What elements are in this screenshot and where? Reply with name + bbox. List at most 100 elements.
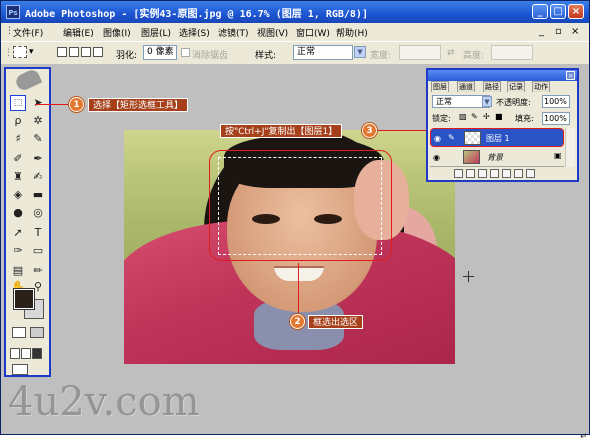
- menu-file[interactable]: 文件(F): [13, 26, 43, 39]
- intersect-selection-icon[interactable]: [93, 47, 103, 57]
- swap-icon[interactable]: ⇄: [447, 48, 455, 58]
- blend-dropdown-icon[interactable]: ▼: [482, 96, 492, 107]
- path-selection-icon[interactable]: ➚: [10, 225, 26, 241]
- menu-image[interactable]: 图像(I): [103, 26, 131, 39]
- jump-to-imageready-icon[interactable]: [12, 364, 28, 375]
- panel-close-icon[interactable]: ×: [566, 71, 575, 80]
- antialias-label: 消除锯齿: [192, 51, 229, 61]
- layers-footer: [430, 169, 575, 180]
- tab-layers[interactable]: 图层: [431, 81, 449, 92]
- dodge-tool-icon[interactable]: ◎: [30, 205, 46, 221]
- type-tool-icon[interactable]: T: [30, 225, 46, 241]
- doc-close-button[interactable]: ×: [571, 26, 579, 37]
- chevron-down-icon[interactable]: ▾: [29, 47, 34, 57]
- notes-tool-icon[interactable]: ▤: [10, 263, 26, 279]
- foreground-color-swatch[interactable]: [13, 288, 35, 310]
- lock-icon[interactable]: ■: [495, 112, 503, 121]
- style-select[interactable]: 正常: [293, 45, 353, 60]
- menu-bar: ⋮ 文件(F) 编辑(E) 图像(I) 图层(L) 选择(S) 滤镜(T) 视图…: [1, 23, 589, 40]
- layers-scrollbar[interactable]: [565, 128, 575, 167]
- width-label: 宽度:: [370, 51, 392, 61]
- width-input[interactable]: [399, 45, 441, 60]
- annotation-line-3: [378, 130, 426, 131]
- window-title: Adobe Photoshop - [实例43-原图.jpg @ 16.7% (…: [25, 9, 368, 20]
- shape-tool-icon[interactable]: ▭: [30, 243, 46, 259]
- eye-icon[interactable]: ◉: [433, 153, 440, 162]
- quickmask-mode-icon[interactable]: [30, 327, 44, 338]
- tab-paths[interactable]: 路径: [483, 81, 501, 92]
- style-dropdown-icon[interactable]: ▼: [354, 46, 366, 58]
- crop-tool-icon[interactable]: ♯: [10, 131, 26, 147]
- brush-tool-icon[interactable]: ✒: [30, 151, 46, 167]
- photoshop-app-icon[interactable]: Ps: [6, 5, 20, 19]
- menu-view[interactable]: 视图(V): [257, 26, 288, 39]
- gradient-tool-icon[interactable]: ▬: [30, 187, 46, 203]
- antialias-checkbox[interactable]: [181, 48, 190, 57]
- style-label: 样式:: [255, 51, 277, 61]
- lock-paint-icon[interactable]: ✎: [471, 112, 478, 121]
- menu-filter[interactable]: 滤镜(T): [218, 26, 249, 39]
- menu-select[interactable]: 选择(S): [179, 26, 210, 39]
- opacity-input[interactable]: 100%: [542, 95, 570, 108]
- fill-label: 填充:: [515, 114, 534, 123]
- menu-layer[interactable]: 图层(L): [141, 26, 171, 39]
- layer-mask-icon[interactable]: [478, 169, 487, 178]
- new-group-icon[interactable]: [502, 169, 511, 178]
- magic-wand-tool-icon[interactable]: ✲: [30, 113, 46, 129]
- healing-brush-icon[interactable]: ✐: [10, 151, 26, 167]
- screen-mode-1-icon[interactable]: [10, 348, 20, 359]
- screen-mode-3-icon[interactable]: [32, 348, 42, 359]
- layer-row-layer1[interactable]: ◉ ✎ 图层 1: [430, 128, 564, 147]
- tab-actions[interactable]: 动作: [532, 81, 550, 92]
- layer-row-background[interactable]: ◉ 背景 ▣: [430, 148, 564, 167]
- lock-transparency-icon[interactable]: ▨: [459, 112, 467, 121]
- blend-row: 正常 ▼ 不透明度: 100%: [430, 95, 575, 109]
- feather-input[interactable]: 0 像素: [143, 45, 177, 60]
- link-layers-icon[interactable]: [454, 169, 463, 178]
- tab-channels[interactable]: 通道: [457, 81, 475, 92]
- step-2-badge: 2: [290, 314, 305, 329]
- new-selection-icon[interactable]: [57, 47, 67, 57]
- minimize-button[interactable]: _: [532, 4, 548, 19]
- marquee-tool-icon[interactable]: ⬚: [10, 95, 26, 111]
- options-bar: ⋮ ▾ 羽化: 0 像素 消除锯齿 样式: 正常 ▼ 宽度: ⇄ 高度:: [1, 41, 589, 65]
- adjustment-layer-icon[interactable]: [490, 169, 499, 178]
- menu-help[interactable]: 帮助(H): [336, 26, 368, 39]
- standard-mode-icon[interactable]: [12, 327, 26, 338]
- layer-name: 背景: [487, 153, 503, 162]
- layer-style-icon[interactable]: [466, 169, 475, 178]
- blur-tool-icon[interactable]: ●: [10, 205, 26, 221]
- lock-move-icon[interactable]: ✢: [483, 112, 490, 121]
- slice-tool-icon[interactable]: ✎: [30, 131, 46, 147]
- maximize-button[interactable]: □: [550, 4, 566, 19]
- opacity-label: 不透明度:: [496, 98, 531, 107]
- eye-icon[interactable]: ◉: [434, 134, 441, 143]
- pen-tool-icon[interactable]: ✑: [10, 243, 26, 259]
- close-button[interactable]: ×: [568, 4, 584, 19]
- tool-preset-icon[interactable]: [13, 46, 27, 58]
- layers-panel-titlebar[interactable]: ×: [428, 70, 577, 81]
- fill-input[interactable]: 100%: [542, 112, 570, 125]
- delete-layer-icon[interactable]: [526, 169, 535, 178]
- menu-window[interactable]: 窗口(W): [296, 26, 330, 39]
- move-tool-icon[interactable]: ➤: [30, 95, 46, 111]
- new-layer-icon[interactable]: [514, 169, 523, 178]
- tab-history[interactable]: 记录: [507, 81, 525, 92]
- eraser-tool-icon[interactable]: ◈: [10, 187, 26, 203]
- step-1-label: 选择【矩形选框工具】: [88, 98, 189, 112]
- add-selection-icon[interactable]: [69, 47, 79, 57]
- height-input[interactable]: [491, 45, 533, 60]
- doc-restore-button[interactable]: ▫: [555, 26, 562, 37]
- menu-edit[interactable]: 编辑(E): [63, 26, 94, 39]
- lasso-tool-icon[interactable]: ρ: [10, 113, 26, 129]
- eyedropper-tool-icon[interactable]: ✏: [30, 263, 46, 279]
- title-bar: Ps Adobe Photoshop - [实例43-原图.jpg @ 16.7…: [1, 1, 589, 23]
- photoshop-feather-logo[interactable]: [13, 67, 43, 93]
- doc-minimize-button[interactable]: _: [539, 26, 544, 37]
- photoshop-window: Ps Adobe Photoshop - [实例43-原图.jpg @ 16.7…: [0, 0, 590, 435]
- step-2-label: 框选出选区: [308, 315, 364, 329]
- subtract-selection-icon[interactable]: [81, 47, 91, 57]
- screen-mode-2-icon[interactable]: [21, 348, 31, 359]
- history-brush-icon[interactable]: ✍: [30, 169, 46, 185]
- clone-stamp-icon[interactable]: ♜: [10, 169, 26, 185]
